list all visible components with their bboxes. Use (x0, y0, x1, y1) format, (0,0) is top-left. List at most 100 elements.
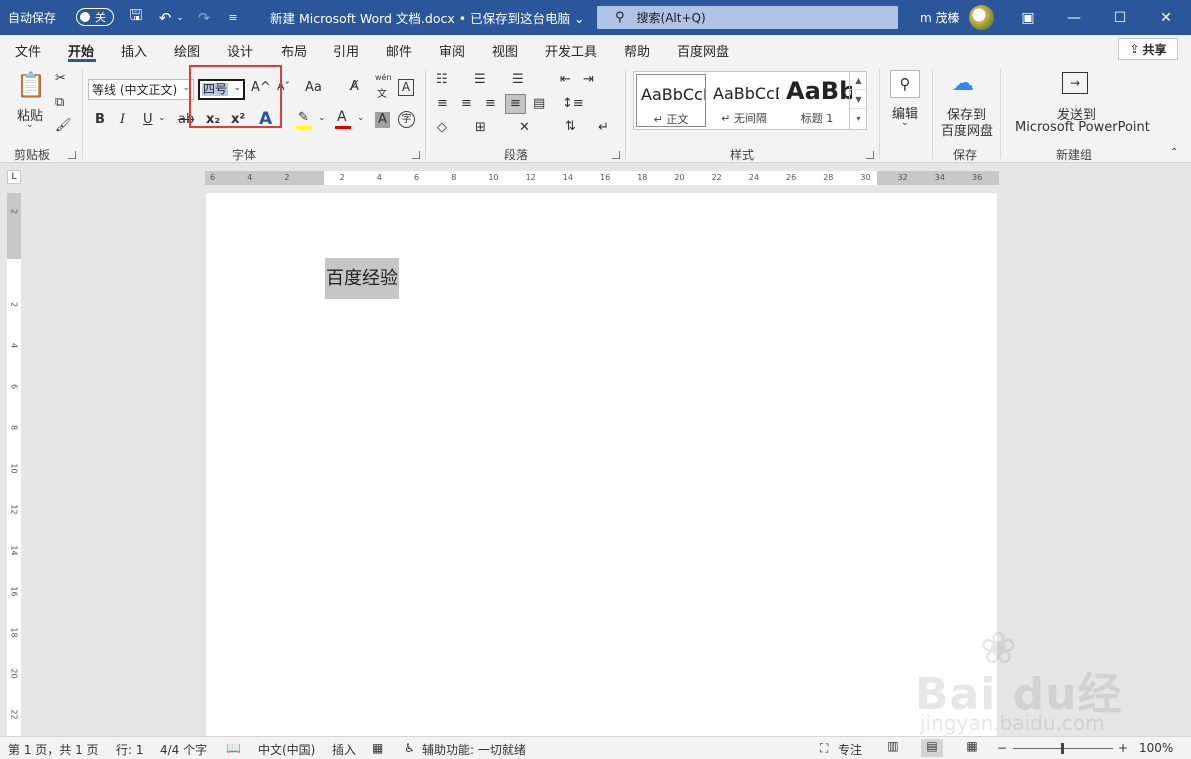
insert-mode[interactable]: 插入 (332, 741, 356, 758)
numbering-icon[interactable]: ☰ (474, 72, 486, 87)
tab-design[interactable]: 设计 (227, 41, 253, 60)
page-count[interactable]: 第 1 页，共 1 页 (8, 741, 99, 758)
user-name[interactable]: m 茂榛 (920, 0, 960, 35)
avatar[interactable] (969, 5, 994, 30)
tab-help[interactable]: 帮助 (624, 41, 650, 60)
chevron-down-icon[interactable]: ⌄ (901, 118, 909, 128)
tab-mailings[interactable]: 邮件 (386, 41, 412, 60)
focus-icon[interactable]: ⛶ (820, 741, 828, 756)
proofing-icon[interactable]: 📖 (226, 741, 241, 755)
horizontal-ruler[interactable]: 6 4 2 2 4 6 8 10 12 14 16 18 20 22 24 26 28 30 32 34 36 (205, 171, 999, 185)
align-right-icon[interactable]: ≡ (485, 96, 496, 111)
sort-icon[interactable]: ⇅ (565, 119, 576, 134)
phonetic-guide-bottom[interactable]: 文 (377, 85, 387, 100)
tab-insert[interactable]: 插入 (121, 41, 147, 60)
collapse-ribbon-icon[interactable]: ⌃ (1170, 147, 1178, 158)
share-button[interactable]: ⇪ 共享 (1118, 38, 1178, 60)
tab-layout[interactable]: 布局 (281, 41, 307, 60)
read-mode-icon[interactable]: ▥ (882, 739, 904, 757)
copy-icon[interactable]: ⧉ (55, 95, 64, 110)
character-border-icon[interactable]: A (398, 79, 414, 96)
language[interactable]: 中文(中国) (258, 741, 315, 758)
chevron-down-icon[interactable]: ⌄ (357, 113, 365, 123)
show-marks-icon[interactable]: ↵ (598, 120, 609, 135)
zoom-slider-thumb[interactable] (1061, 743, 1064, 754)
save-to-line2[interactable]: 百度网盘 (941, 120, 993, 139)
justify-icon[interactable]: ≡ (505, 94, 526, 114)
align-left-icon[interactable]: ≡ (437, 96, 448, 111)
zoom-in-button[interactable]: + (1118, 741, 1128, 755)
find-icon[interactable]: ⚲ (890, 70, 920, 98)
italic-button[interactable]: I (120, 112, 125, 127)
tab-draw[interactable]: 绘图 (174, 41, 200, 60)
borders-icon[interactable]: ⊞ (475, 120, 486, 135)
close-icon[interactable]: ✕ (1143, 0, 1189, 35)
search-box[interactable]: ⚲ 搜索(Alt+Q) (597, 6, 898, 29)
vertical-ruler[interactable]: 2 2 4 6 8 10 12 14 16 18 20 22 (7, 193, 21, 736)
autosave-toggle[interactable]: 关 (76, 8, 114, 26)
tab-review[interactable]: 审阅 (439, 41, 465, 60)
styles-launcher-icon[interactable] (866, 151, 874, 159)
document-page[interactable]: 百度经验 (206, 193, 997, 736)
phonetic-guide-top[interactable]: wén (375, 73, 392, 82)
font-color-button[interactable]: A (337, 109, 347, 125)
multilevel-list-icon[interactable]: ☰ (512, 72, 524, 87)
clear-formatting-icon[interactable]: A̸ (350, 79, 359, 94)
document-title[interactable]: 新建 Microsoft Word 文档.docx • 已保存到这台电脑 ⌄ (270, 0, 585, 35)
paste-dropdown-icon[interactable]: ⌄ (26, 120, 34, 130)
accessibility-icon[interactable]: ♿ (404, 741, 415, 755)
web-layout-icon[interactable]: ▦ (961, 739, 983, 757)
distributed-icon[interactable]: ▤ (533, 96, 545, 111)
tab-baidu-netdisk[interactable]: 百度网盘 (677, 41, 729, 60)
shading-icon[interactable]: ◇ (437, 120, 447, 135)
format-painter-icon[interactable]: 🖌 (55, 118, 72, 133)
chevron-down-icon[interactable]: ⌄ (318, 113, 326, 123)
chevron-down-icon[interactable]: ⌄ (158, 113, 166, 123)
send-to-powerpoint-icon[interactable]: → (1062, 72, 1088, 94)
bullets-icon[interactable]: ☷ (436, 72, 448, 87)
enclose-characters-button[interactable]: 字 (398, 111, 415, 128)
save-icon[interactable]: 🖫 (124, 0, 148, 35)
accessibility-status[interactable]: 辅助功能: 一切就绪 (422, 741, 526, 758)
line-spacing-icon[interactable]: ↕≡ (562, 96, 584, 111)
increase-indent-icon[interactable]: ⇥ (583, 72, 594, 87)
paste-icon[interactable]: 📋 (16, 71, 46, 99)
tab-references[interactable]: 引用 (333, 41, 359, 60)
style-normal[interactable]: AaBbCcDd ↵ 正文 (636, 74, 706, 127)
tab-selector[interactable]: L (7, 170, 21, 184)
underline-button[interactable]: U (143, 112, 153, 127)
paragraph-launcher-icon[interactable] (612, 151, 620, 159)
asian-layout-icon[interactable]: ✕ (519, 120, 530, 135)
macro-icon[interactable]: ▦ (372, 741, 383, 755)
more-styles-icon[interactable]: ▾ (850, 109, 867, 128)
focus-label[interactable]: 专注 (838, 741, 862, 758)
style-heading-1[interactable]: AaBb 标题 1 (782, 74, 852, 127)
selected-text[interactable]: 百度经验 (325, 258, 399, 299)
change-case-button[interactable]: Aa (305, 80, 322, 95)
font-launcher-icon[interactable] (412, 151, 420, 159)
zoom-level[interactable]: 100% (1139, 741, 1173, 755)
font-name-select[interactable]: 等线 (中文正文) ⌄ (88, 79, 194, 100)
tab-file[interactable]: 文件 (15, 41, 41, 60)
scroll-down-icon[interactable]: ▼ (850, 90, 867, 109)
tab-view[interactable]: 视图 (492, 41, 518, 60)
cut-icon[interactable]: ✂ (55, 71, 66, 86)
send-to-line2[interactable]: Microsoft PowerPoint (1015, 120, 1150, 135)
print-layout-icon[interactable]: ▤ (921, 739, 943, 757)
undo-dropdown-icon[interactable]: ⌄ (173, 0, 187, 35)
style-no-spacing[interactable]: AaBbCcDd ↵ 无间隔 (709, 74, 779, 127)
tab-home[interactable]: 开始 (68, 41, 94, 60)
ribbon-display-icon[interactable]: ▣ (1005, 0, 1051, 35)
maximize-icon[interactable]: ☐ (1097, 0, 1143, 35)
baidu-netdisk-icon[interactable]: ☁ (952, 71, 974, 96)
clipboard-launcher-icon[interactable] (68, 151, 76, 159)
minimize-icon[interactable]: — (1051, 0, 1097, 35)
decrease-indent-icon[interactable]: ⇤ (560, 72, 571, 87)
redo-icon[interactable]: ↷ (192, 0, 216, 35)
zoom-out-button[interactable]: − (997, 741, 1007, 755)
align-center-icon[interactable]: ≡ (461, 96, 472, 111)
word-count[interactable]: 4/4 个字 (160, 741, 207, 758)
line-number[interactable]: 行: 1 (116, 741, 144, 758)
customize-toolbar-icon[interactable]: ≡ (221, 0, 245, 35)
character-shading-button[interactable]: A (375, 112, 390, 128)
